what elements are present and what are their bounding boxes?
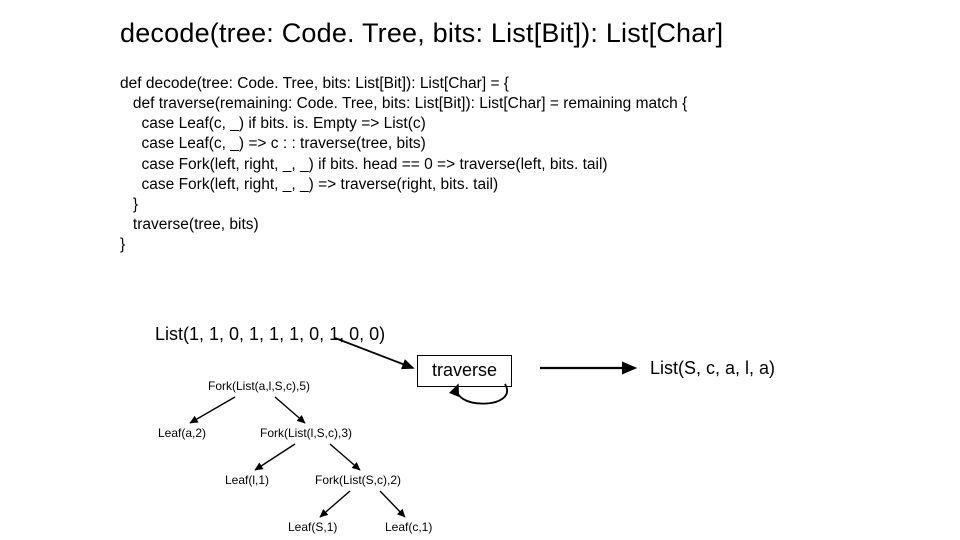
arrow-to-result: [540, 350, 650, 390]
tree-node-root: Fork(List(a,l,S,c),5): [208, 379, 310, 393]
code-block: def decode(tree: Code. Tree, bits: List[…: [120, 74, 687, 255]
tree-node-leaf-a: Leaf(a,2): [158, 426, 206, 440]
tree-node-fork-lsc: Fork(List(l,S,c),3): [260, 426, 352, 440]
code-tree-diagram: Fork(List(a,l,S,c),5) Leaf(a,2) Fork(Lis…: [140, 375, 460, 540]
tree-node-leaf-c: Leaf(c,1): [385, 520, 432, 534]
tree-node-leaf-l: Leaf(l,1): [225, 473, 269, 487]
tree-node-fork-sc: Fork(List(S,c),2): [315, 473, 401, 487]
result-text: List(S, c, a, l, a): [650, 358, 775, 379]
slide: decode(tree: Code. Tree, bits: List[Bit]…: [0, 0, 960, 540]
slide-title: decode(tree: Code. Tree, bits: List[Bit]…: [120, 18, 723, 49]
tree-node-leaf-s: Leaf(S,1): [288, 520, 337, 534]
